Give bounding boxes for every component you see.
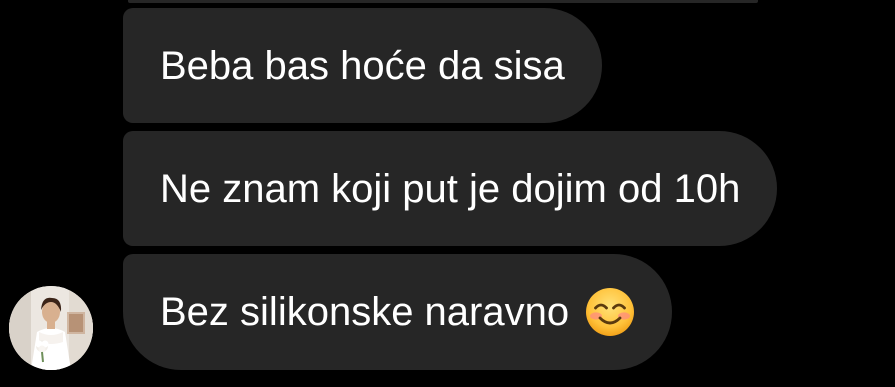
previous-message-bubble-edge [128, 0, 758, 3]
message-text: Beba bas hoće da sisa [160, 43, 565, 88]
avatar[interactable] [9, 286, 93, 370]
message-text: Ne znam koji put je dojim od 10h [160, 166, 741, 211]
message-text: Bez silikonske naravno [160, 290, 570, 334]
message-bubble[interactable]: Bez silikonske naravno [123, 254, 673, 370]
message-bubble[interactable]: Beba bas hoće da sisa [123, 8, 602, 123]
smiling-face-icon [585, 287, 635, 337]
message-bubble[interactable]: Ne znam koji put je dojim od 10h [123, 131, 778, 246]
